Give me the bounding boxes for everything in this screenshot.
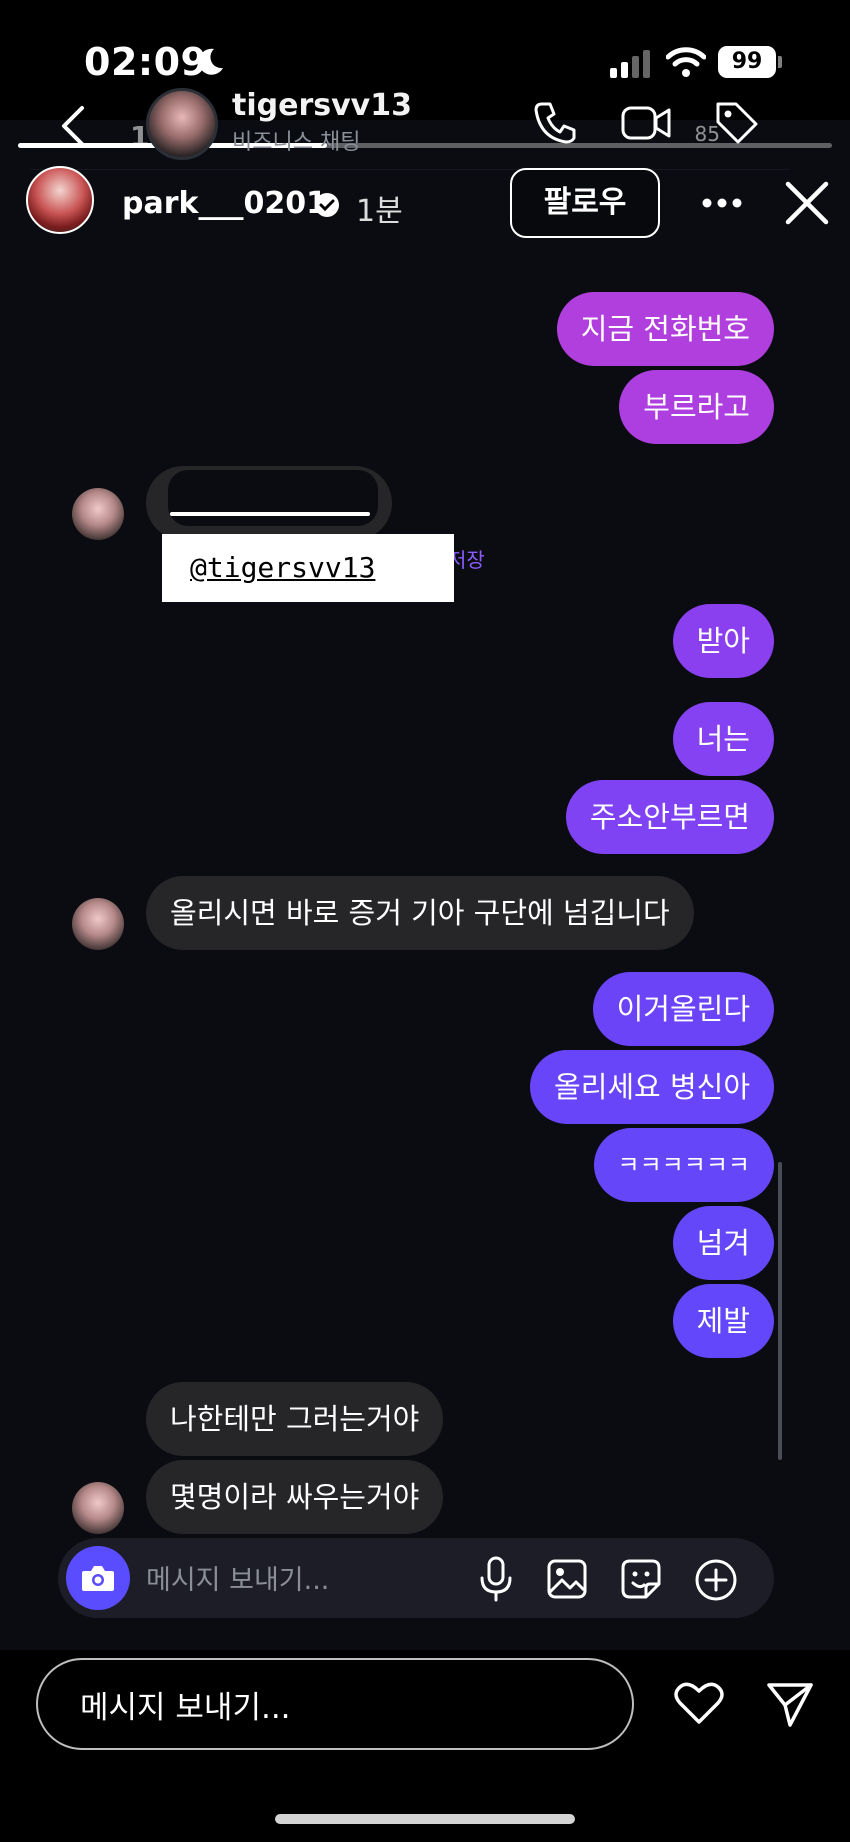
send-icon[interactable] — [766, 1680, 814, 1728]
story-reply-placeholder: 메시지 보내기... — [80, 1690, 291, 1726]
chat-scrollbar[interactable] — [778, 1162, 782, 1460]
tag-icon[interactable] — [712, 98, 760, 146]
story-user-avatar[interactable] — [26, 166, 94, 234]
redaction-line — [170, 512, 370, 516]
battery-level: 99 — [718, 46, 776, 78]
message-bubble-outgoing: 넘겨 — [672, 1206, 774, 1280]
back-chevron-icon[interactable] — [58, 104, 88, 148]
verified-badge-icon — [315, 193, 339, 217]
camera-icon — [82, 1566, 114, 1591]
microphone-icon[interactable] — [476, 1556, 516, 1602]
moon-icon — [198, 48, 223, 75]
contact-mini-avatar — [72, 898, 124, 950]
message-bubble-outgoing: 올리세요 병신아 — [530, 1050, 774, 1124]
mention-sticker[interactable]: @tigersvv13 — [162, 534, 454, 602]
wifi-icon — [666, 47, 706, 77]
contact-mini-avatar — [72, 488, 124, 540]
close-icon[interactable] — [784, 180, 830, 226]
message-bubble-outgoing: 주소안부르면 — [565, 780, 774, 854]
message-bubble-outgoing: 너는 — [672, 702, 774, 776]
video-call-icon[interactable] — [620, 100, 672, 144]
message-bubble-incoming: 나한테만 그러는거야 — [146, 1382, 444, 1456]
status-time: 02:09 — [84, 40, 208, 84]
heart-icon[interactable] — [674, 1680, 724, 1726]
sticker-icon[interactable] — [620, 1558, 662, 1600]
chat-contact-name[interactable]: tigersvv13 — [232, 88, 412, 123]
chat-contact-subtitle: 비즈니스 채팅 — [232, 130, 361, 155]
message-bubble-outgoing: 부르라고 — [619, 370, 774, 444]
story-time-ago: 1분 — [356, 194, 403, 229]
message-bubble-outgoing: 이거올린다 — [592, 972, 774, 1046]
redaction-scribble — [168, 470, 378, 526]
home-indicator — [275, 1814, 575, 1824]
battery-tip — [778, 56, 782, 68]
message-bubble-outgoing: 지금 전화번호 — [556, 292, 774, 366]
message-bubble-outgoing: 받아 — [672, 604, 774, 678]
more-options-icon[interactable] — [700, 196, 744, 210]
message-bubble-outgoing: ㅋㅋㅋㅋㅋㅋ — [593, 1128, 774, 1202]
battery-indicator: 99 — [718, 46, 782, 78]
message-bubble-incoming: 몇명이라 싸우는거야 — [146, 1460, 444, 1534]
contact-mini-avatar — [72, 1482, 124, 1534]
inner-composer-placeholder: 메시지 보내기... — [146, 1565, 330, 1596]
chat-contact-avatar[interactable] — [146, 88, 218, 160]
add-attachment-icon[interactable] — [694, 1558, 738, 1602]
follow-button[interactable]: 팔로우 — [510, 168, 660, 238]
cellular-signal-icon — [610, 50, 650, 78]
story-username[interactable]: park___0201 — [122, 186, 327, 221]
message-bubble-outgoing: 제발 — [672, 1284, 774, 1358]
phone-call-icon[interactable] — [532, 98, 580, 146]
message-bubble-incoming: 올리시면 바로 증거 기아 구단에 넘깁니다 — [146, 876, 694, 950]
gallery-icon[interactable] — [546, 1558, 588, 1600]
